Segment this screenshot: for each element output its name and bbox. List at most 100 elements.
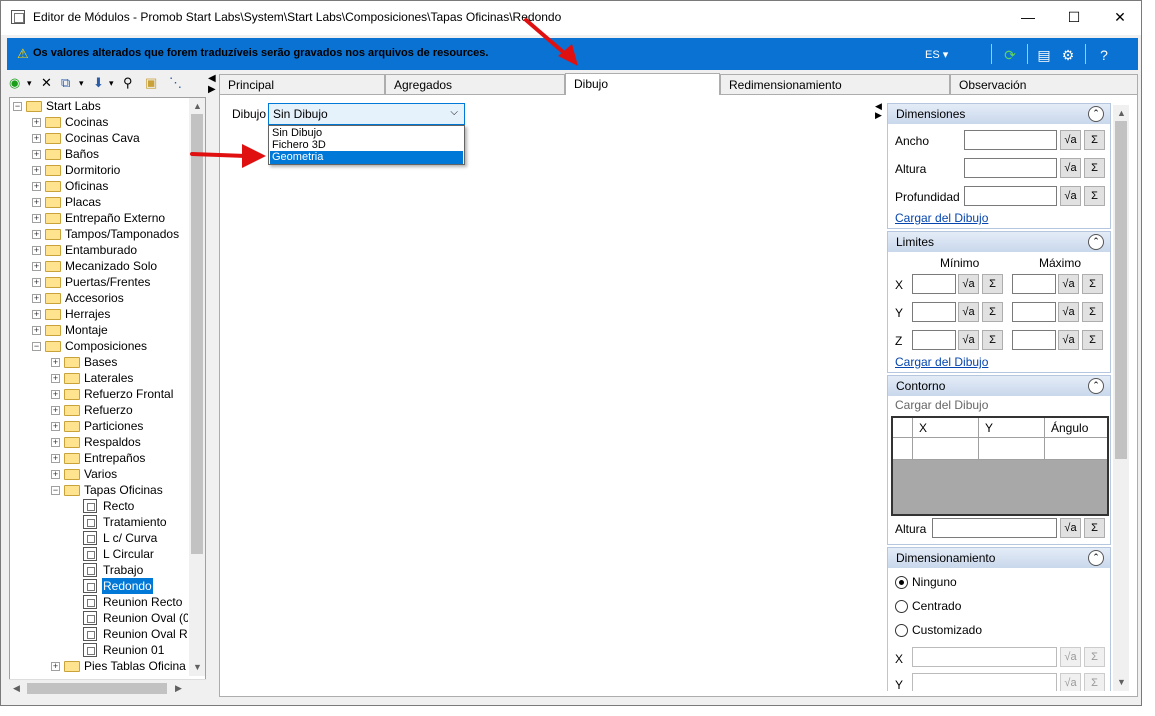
limit-z-min-formula-button[interactable]: √a	[958, 330, 979, 350]
tree-node-label[interactable]: Entrepaño Externo	[64, 210, 166, 226]
limit-x-max-formula-button[interactable]: √a	[1058, 274, 1079, 294]
dim-y-input[interactable]	[912, 673, 1057, 691]
tree-node-label[interactable]: Reunion Oval (0	[102, 610, 188, 626]
tree-vscrollbar[interactable]: ▲ ▼	[189, 98, 205, 676]
limites-load-link[interactable]: Cargar del Dibujo	[895, 355, 988, 369]
cell-x[interactable]	[913, 438, 979, 459]
tree-hscroll-thumb[interactable]	[27, 683, 167, 694]
limit-y-max-sum-button[interactable]: Σ	[1082, 302, 1103, 322]
limit-y-max-formula-button[interactable]: √a	[1058, 302, 1079, 322]
contorno-altura-input[interactable]	[932, 518, 1057, 538]
properties-vscrollbar[interactable]: ▲ ▼	[1113, 105, 1129, 691]
expand-icon[interactable]: +	[32, 150, 41, 159]
altura-input[interactable]	[964, 158, 1057, 178]
expand-icon[interactable]: +	[51, 470, 60, 479]
cell-y[interactable]	[979, 438, 1045, 459]
tree-node-label[interactable]: Bases	[83, 354, 118, 370]
move-dropdown-icon[interactable]: ▾	[109, 75, 114, 91]
collapse-icon[interactable]: ⌃	[1088, 378, 1104, 394]
folder-refresh-icon[interactable]: ▣	[145, 75, 157, 91]
limit-x-min-formula-button[interactable]: √a	[958, 274, 979, 294]
expand-icon[interactable]: +	[32, 262, 41, 271]
collapse-icon[interactable]: ⌃	[1088, 550, 1104, 566]
expand-icon[interactable]: +	[32, 230, 41, 239]
copy-dropdown-icon[interactable]: ▾	[79, 75, 84, 91]
tab-redimensionamiento[interactable]: Redimensionamiento	[720, 74, 950, 95]
find-icon[interactable]: ⚲	[123, 75, 133, 91]
dibujo-select[interactable]: Sin Dibujo ⌵	[268, 103, 465, 125]
scroll-up-icon[interactable]: ▲	[193, 101, 202, 111]
tree-vscroll-thumb[interactable]	[191, 114, 203, 554]
tab-observacion[interactable]: Observación	[950, 74, 1138, 95]
collapse-tree-icon[interactable]: ◀ ▶	[208, 73, 218, 95]
tree-node-label[interactable]: Tampos/Tamponados	[64, 226, 180, 242]
expand-icon[interactable]: +	[51, 374, 60, 383]
expand-icon[interactable]: +	[32, 118, 41, 127]
dim-y-sum-button[interactable]: Σ	[1084, 673, 1105, 691]
dimensiones-load-link[interactable]: Cargar del Dibujo	[895, 211, 988, 225]
limit-x-max-sum-button[interactable]: Σ	[1082, 274, 1103, 294]
customizado-label[interactable]: Customizado	[912, 623, 982, 637]
tree-node-label[interactable]: Entrepaños	[83, 450, 146, 466]
tree-node-label[interactable]: Mecanizado Solo	[64, 258, 158, 274]
scroll-right-icon[interactable]: ▶	[175, 683, 182, 694]
contorno-altura-sum-button[interactable]: Σ	[1084, 518, 1105, 538]
expand-icon[interactable]: +	[32, 294, 41, 303]
expand-icon[interactable]: +	[51, 422, 60, 431]
tree-node-label[interactable]: Cocinas Cava	[64, 130, 141, 146]
expand-icon[interactable]: +	[32, 246, 41, 255]
tree-node-label[interactable]: Reunion Oval R	[102, 626, 188, 642]
expand-icon[interactable]: +	[32, 214, 41, 223]
ancho-sum-button[interactable]: Σ	[1084, 130, 1105, 150]
help-icon[interactable]: ?	[1095, 46, 1113, 64]
tree-node-label[interactable]: Recto	[102, 498, 135, 514]
table-row[interactable]	[893, 438, 1107, 460]
tree-icon[interactable]: ⋱	[169, 75, 182, 91]
tab-principal[interactable]: Principal	[219, 74, 385, 95]
limites-header[interactable]: Limites ⌃	[888, 232, 1110, 252]
ancho-formula-button[interactable]: √a	[1060, 130, 1081, 150]
tree-node-label[interactable]: Accesorios	[64, 290, 125, 306]
centrado-radio[interactable]	[895, 600, 908, 613]
dim-y-formula-button[interactable]: √a	[1060, 673, 1081, 691]
copy-icon[interactable]: ⧉	[61, 75, 70, 91]
tree-node-label[interactable]: Entamburado	[64, 242, 138, 258]
expand-icon[interactable]: +	[51, 438, 60, 447]
minimize-button[interactable]: —	[1005, 1, 1051, 33]
contorno-load-label[interactable]: Cargar del Dibujo	[895, 398, 988, 412]
dimensiones-header[interactable]: Dimensiones ⌃	[888, 104, 1110, 124]
back-icon[interactable]: ◉	[9, 75, 20, 91]
ninguno-radio[interactable]	[895, 576, 908, 589]
expand-icon[interactable]: +	[51, 406, 60, 415]
contorno-altura-formula-button[interactable]: √a	[1060, 518, 1081, 538]
delete-icon[interactable]: ✕	[41, 75, 52, 91]
limit-y-min-input[interactable]	[912, 302, 956, 322]
ancho-input[interactable]	[964, 130, 1057, 150]
scroll-down-icon[interactable]: ▼	[193, 662, 202, 672]
centrado-label[interactable]: Centrado	[912, 599, 961, 613]
tree-node-label[interactable]: L Circular	[102, 546, 155, 562]
tree-node-label[interactable]: Tapas Oficinas	[83, 482, 164, 498]
tree-node-label[interactable]: Oficinas	[64, 178, 109, 194]
tree-node-label[interactable]: Placas	[64, 194, 102, 210]
tree-node-label[interactable]: Respaldos	[83, 434, 142, 450]
expand-icon[interactable]: +	[32, 310, 41, 319]
contorno-header[interactable]: Contorno ⌃	[888, 376, 1110, 396]
ninguno-label[interactable]: Ninguno	[912, 575, 957, 589]
expand-icon[interactable]: +	[51, 358, 60, 367]
tree-node-label[interactable]: Refuerzo	[83, 402, 134, 418]
tree-node-label[interactable]: Cocinas	[64, 114, 109, 130]
language-selector[interactable]: ES ▾	[925, 48, 948, 61]
limit-y-min-sum-button[interactable]: Σ	[982, 302, 1003, 322]
collapse-icon[interactable]: −	[51, 486, 60, 495]
tree-node-label[interactable]: Puertas/Frentes	[64, 274, 151, 290]
tree-node-label[interactable]: Dormitorio	[64, 162, 121, 178]
profundidad-formula-button[interactable]: √a	[1060, 186, 1081, 206]
tab-dibujo[interactable]: Dibujo	[565, 73, 720, 95]
refresh-icon[interactable]: ⟳	[1001, 46, 1019, 64]
scroll-up-icon[interactable]: ▲	[1117, 108, 1126, 118]
tree-node-label[interactable]: Trabajo	[102, 562, 144, 578]
move-down-icon[interactable]: ⬇	[93, 75, 104, 91]
tree-node-label[interactable]: Particiones	[83, 418, 144, 434]
dim-x-input[interactable]	[912, 647, 1057, 667]
